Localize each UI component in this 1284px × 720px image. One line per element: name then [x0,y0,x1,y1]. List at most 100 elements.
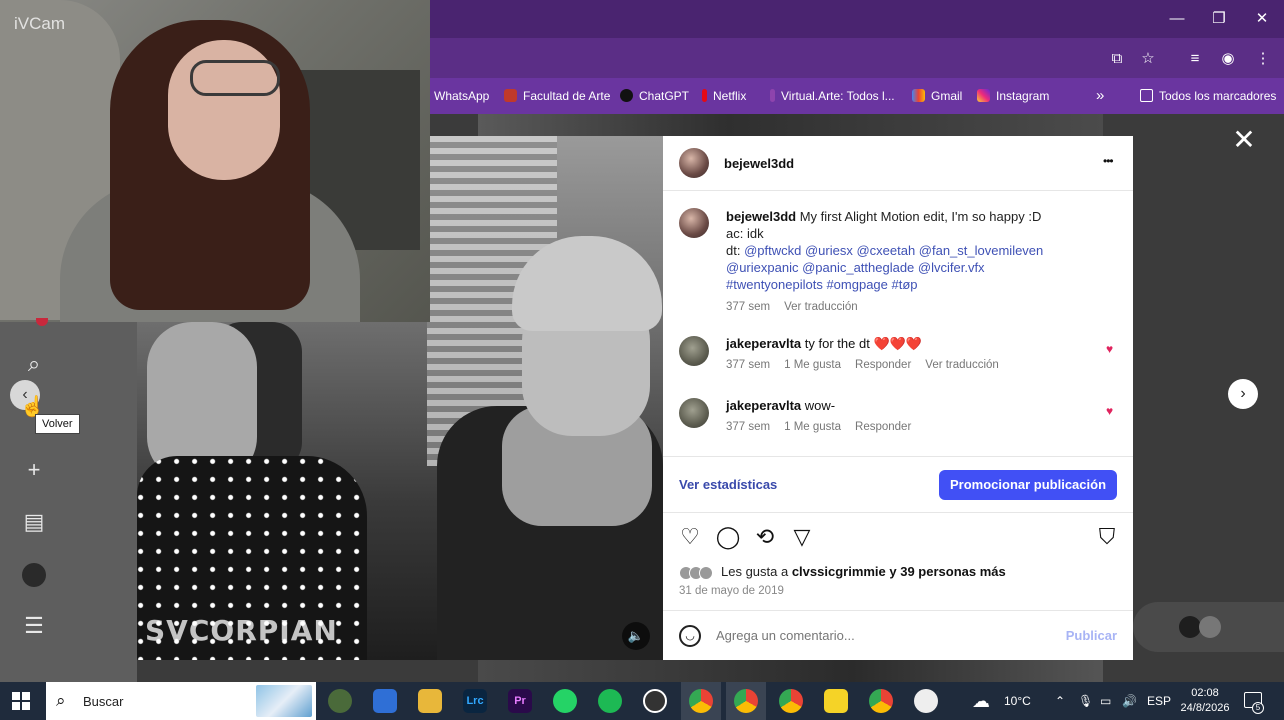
comment-like-heart-icon[interactable]: ♥ [1106,404,1113,418]
instagram-sidebar: ⌕ + ▤ ☰ [0,322,137,682]
install-app-icon[interactable]: ⧉ [1106,48,1128,70]
taskbar-whatsapp-icon[interactable] [553,689,577,713]
like-icon[interactable]: ♡ [677,524,703,550]
likes-suffix[interactable]: y 39 personas más [886,564,1005,579]
caption-time: 377 sem [726,301,771,313]
notification-count: 5 [1252,702,1264,714]
post-header: bejewel3dd ••• [663,136,1133,190]
more-menu-icon[interactable]: ☰ [20,612,48,640]
commenter-avatar[interactable] [679,336,709,366]
taskbar-spotify-icon[interactable] [598,689,622,713]
emoji-icon[interactable]: ◡ [679,625,701,647]
post-detail-panel: bejewel3dd ••• bejewel3dd My first Aligh… [663,136,1133,660]
share-icon[interactable]: ▽ [789,524,815,550]
profile-icon[interactable]: ◉ [1217,48,1239,70]
create-icon[interactable]: + [20,456,48,484]
profile-avatar[interactable] [20,560,48,588]
caption-mentions-2[interactable]: @uriexpanic @panic_attheglade @lvcifer.v… [726,259,1066,276]
taskbar-premiere-icon[interactable]: Pr [508,689,532,713]
caption-ac: ac: idk [726,226,764,241]
taskbar-chrome-icon[interactable] [869,689,893,713]
minimize-button[interactable]: — [1162,8,1192,30]
taskbar-search[interactable]: ⌕ Buscar [46,682,316,720]
next-post-button[interactable]: › [1228,379,1258,409]
menu-icon[interactable]: ⋮ [1252,48,1274,70]
language-indicator[interactable]: ESP [1147,682,1171,720]
comment-input[interactable]: Agrega un comentario... [716,628,855,643]
comment-translate[interactable]: Ver traducción [925,359,999,371]
search-icon[interactable]: ⌕ [20,350,48,378]
caption-avatar[interactable] [679,208,709,238]
comment-likes[interactable]: 1 Me gusta [784,421,841,433]
promote-post-button[interactable]: Promocionar publicación [939,470,1117,500]
background-post-strip-bottom [478,660,1103,682]
bookmark-star-icon[interactable]: ☆ [1137,48,1159,70]
bookmark-chatgpt[interactable]: ChatGPT [620,78,689,114]
clock-date: 24/8/2026 [1180,702,1230,714]
comment-text: wow- [804,398,836,413]
background-post-strip [478,114,1103,136]
comment-like-heart-icon[interactable]: ♥ [1106,342,1113,356]
publish-button[interactable]: Publicar [1066,628,1117,643]
messages-pill[interactable] [1133,602,1284,652]
author-username[interactable]: bejewel3dd [724,156,794,171]
likes-user[interactable]: clvssicgrimmie [792,564,886,579]
bookmark-facultad[interactable]: Facultad de Arte [504,78,610,114]
netflix-icon [702,89,707,103]
comment-reply[interactable]: Responder [855,421,911,433]
microphone-icon[interactable]: 🎙 [1078,682,1093,720]
add-comment-bar: ◡ Agrega un comentario... Publicar [663,610,1133,660]
taskbar-obs-icon[interactable] [643,689,667,713]
bookmark-gmail[interactable]: Gmail [912,78,962,114]
bookmark-netflix[interactable]: Netflix [702,78,746,114]
comment-likes[interactable]: 1 Me gusta [784,359,841,371]
likes-summary[interactable]: Les gusta a clvssicgrimmie y 39 personas… [679,564,1006,580]
gmail-icon [912,89,925,103]
post-options-icon[interactable]: ••• [1103,154,1114,168]
comment-username[interactable]: jakeperavlta [726,336,801,351]
taskbar-chrome-icon[interactable] [734,689,758,713]
caption-username[interactable]: bejewel3dd [726,209,796,224]
comment-reply[interactable]: Responder [855,359,911,371]
taskbar-explorer-icon[interactable] [418,689,442,713]
dashboard-icon[interactable]: ▤ [20,508,48,536]
taskbar-chrome-icon[interactable] [779,689,803,713]
comment-username[interactable]: jakeperavlta [726,398,801,413]
search-highlight-image [256,685,312,717]
taskbar-chrome-icon[interactable] [689,689,713,713]
bookmarks-overflow-button[interactable]: » [1096,78,1104,114]
media-control-icon[interactable]: ≡ [1184,48,1206,70]
close-modal-icon[interactable]: ✕ [1230,126,1258,154]
taskbar-app-icon[interactable] [914,689,938,713]
mute-button[interactable]: 🔈 [622,622,650,650]
close-window-button[interactable]: ✕ [1247,8,1277,30]
comment-icon[interactable]: ◯ [715,524,741,550]
all-bookmarks-button[interactable]: Todos los marcadores [1140,78,1276,114]
page-scrollbar[interactable] [1272,114,1284,682]
view-stats-link[interactable]: Ver estadísticas [679,477,777,492]
save-bookmark-icon[interactable]: ⛉ [1094,524,1120,550]
author-avatar[interactable] [679,148,709,178]
taskbar-lightroom-icon[interactable]: Lrc [463,689,487,713]
weather-temp[interactable]: 10°C [1004,682,1031,720]
volume-icon[interactable]: 🔊 [1122,682,1137,720]
start-button[interactable] [12,692,30,710]
taskbar-app-globe-icon[interactable] [328,689,352,713]
bookmark-whatsapp[interactable]: WhatsApp [434,78,489,114]
taskbar-store-icon[interactable] [373,689,397,713]
repost-icon[interactable]: ⟲ [752,524,778,550]
webcam-overlay: iVCam [0,0,430,322]
maximize-button[interactable]: ❐ [1204,8,1234,30]
bookmark-virtual-arte[interactable]: Virtual.Arte: Todos l... [770,78,895,114]
taskbar-sticky-notes-icon[interactable] [824,689,848,713]
commenter-avatar[interactable] [679,398,709,428]
bookmark-instagram[interactable]: Instagram [977,78,1049,114]
caption-mentions-1[interactable]: @pftwckd @uriesx @cxeetah @fan_st_lovemi… [744,243,1043,258]
weather-icon[interactable]: ☁ [972,682,990,720]
caption-translate-link[interactable]: Ver traducción [784,301,858,313]
virtual-arte-icon [770,89,775,103]
taskbar-clock[interactable]: 02:08 24/8/2026 [1170,686,1240,716]
caption-hashtags[interactable]: #twentyonepilots #omgpage #tøp [726,276,1066,293]
tray-chevron-icon[interactable]: ⌃ [1055,682,1065,720]
network-icon[interactable]: ▭ [1100,682,1111,720]
